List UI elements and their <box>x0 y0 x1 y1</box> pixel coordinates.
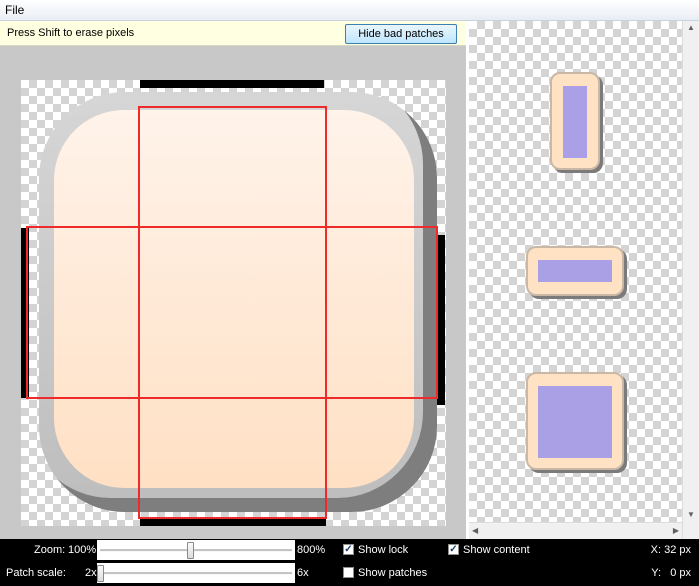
preview-vertical-scrollbar[interactable]: ▲ ▼ <box>682 21 699 539</box>
scroll-right-icon[interactable]: ▶ <box>673 526 679 535</box>
patch-scale-slider-track <box>100 572 292 575</box>
zoom-label: Zoom: <box>34 544 66 556</box>
show-lock-label[interactable]: Show lock <box>358 544 408 556</box>
preview-tall <box>550 72 600 170</box>
show-content-label[interactable]: Show content <box>463 544 530 556</box>
hint-text: Press Shift to erase pixels <box>7 27 135 39</box>
zoom-slider-thumb[interactable] <box>187 542 194 559</box>
top-stretch-marker[interactable] <box>140 80 324 88</box>
info-bar: Press Shift to erase pixels Hide bad pat… <box>0 21 466 46</box>
patch-scale-max-label: 6x <box>297 567 309 579</box>
zoom-min-label: 100% <box>68 544 97 556</box>
patch-guide-horizontal <box>26 226 438 399</box>
preview-large <box>526 372 624 470</box>
scroll-down-icon[interactable]: ▼ <box>687 510 695 519</box>
patch-scale-label: Patch scale: <box>6 567 66 579</box>
bottom-content-marker[interactable] <box>140 518 326 526</box>
nine-patch-canvas[interactable] <box>21 80 446 526</box>
preview-content-area <box>538 260 612 282</box>
preview-content-area <box>563 86 587 158</box>
preview-panel: ▲ ▼ ◀ ▶ <box>469 21 699 539</box>
editor-panel[interactable]: Press Shift to erase pixels Hide bad pat… <box>0 21 466 539</box>
show-lock-checkbox[interactable]: ✓ <box>343 544 354 555</box>
zoom-max-label: 800% <box>297 544 326 556</box>
right-content-marker[interactable] <box>437 235 445 405</box>
x-coordinate-readout: X: 32 px <box>650 544 691 556</box>
status-bar: Zoom: 100% 800% Patch scale: 2x 6x ✓ Sho… <box>0 539 699 586</box>
patch-scale-min-label: 2x <box>85 567 97 579</box>
preview-horizontal-scrollbar[interactable]: ◀ ▶ <box>469 522 682 539</box>
scroll-left-icon[interactable]: ◀ <box>472 526 478 535</box>
preview-wide <box>526 246 624 296</box>
patch-scale-slider-thumb[interactable] <box>97 565 104 582</box>
preview-content-area <box>538 386 612 458</box>
file-menu[interactable]: File <box>5 3 24 17</box>
y-coordinate-readout: Y: 0 px <box>651 567 691 579</box>
show-content-checkbox[interactable]: ✓ <box>448 544 459 555</box>
patch-scale-slider[interactable] <box>97 563 295 583</box>
show-patches-label[interactable]: Show patches <box>358 567 427 579</box>
zoom-slider[interactable] <box>97 540 295 560</box>
hide-bad-patches-button[interactable]: Hide bad patches <box>345 24 457 44</box>
zoom-slider-track <box>100 549 292 552</box>
scroll-up-icon[interactable]: ▲ <box>687 23 695 32</box>
show-patches-checkbox[interactable] <box>343 567 354 578</box>
menu-bar: File <box>0 0 699 21</box>
